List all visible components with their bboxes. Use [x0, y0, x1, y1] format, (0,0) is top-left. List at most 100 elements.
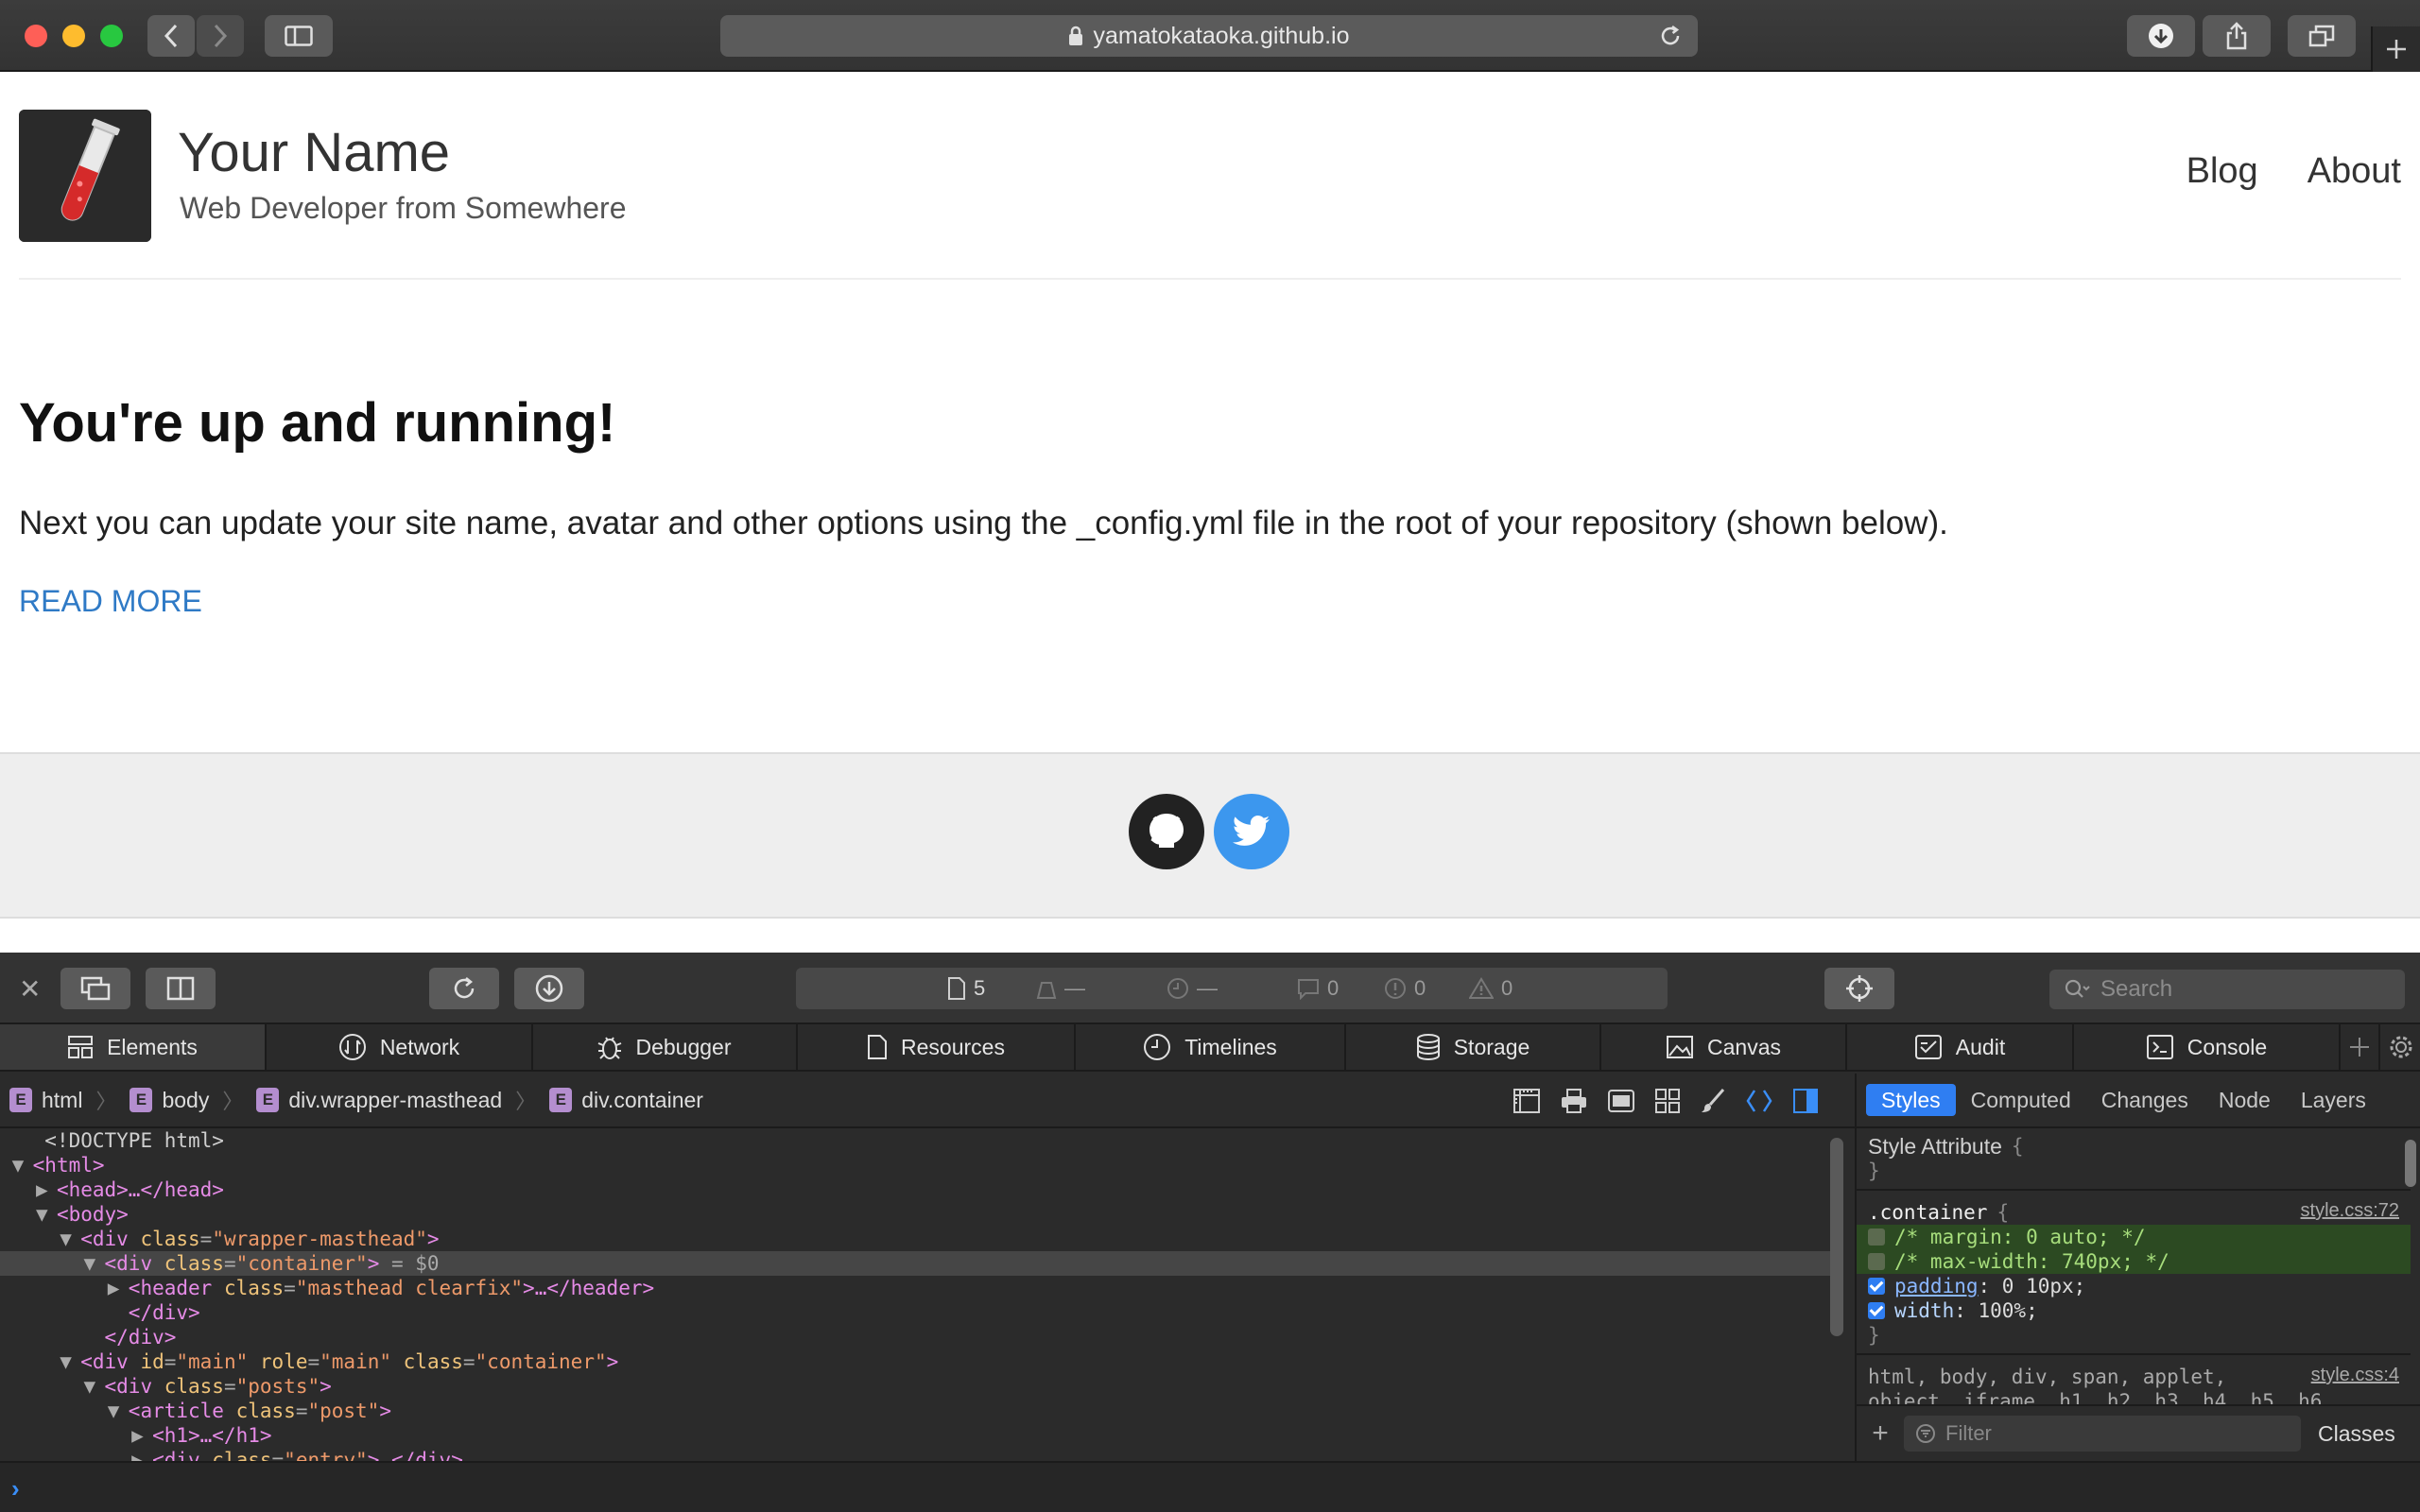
paint-brush-icon[interactable]	[1700, 1088, 1726, 1114]
compositing-icon[interactable]	[1607, 1088, 1635, 1114]
resources-count[interactable]: 5	[947, 976, 985, 1001]
declaration-checkbox[interactable]	[1868, 1302, 1885, 1319]
print-icon[interactable]	[1560, 1088, 1588, 1114]
address-bar[interactable]: yamatokataoka.github.io	[720, 15, 1698, 57]
declaration-checkbox[interactable]	[1868, 1278, 1885, 1295]
grid-icon[interactable]	[1654, 1088, 1681, 1114]
tab-network[interactable]: Network	[267, 1024, 533, 1070]
back-button[interactable]	[147, 15, 195, 57]
property-name[interactable]: padding	[1894, 1274, 1979, 1298]
declaration-checkbox[interactable]	[1868, 1228, 1885, 1246]
share-button[interactable]	[2203, 15, 2271, 57]
dock-side-button[interactable]	[146, 968, 216, 1009]
logs-count[interactable]: 0	[1297, 976, 1339, 1001]
disclosure-triangle-icon[interactable]: ▼	[84, 1374, 105, 1399]
add-rule-button[interactable]: +	[1857, 1418, 1904, 1450]
nav-link-blog[interactable]: Blog	[2187, 151, 2258, 192]
disclosure-triangle-icon[interactable]: ▶	[108, 1276, 129, 1300]
rule-source-link[interactable]: style.css:4	[2311, 1365, 2399, 1386]
read-more-link[interactable]: READ MORE	[19, 584, 202, 619]
disclosure-triangle-icon[interactable]: ▼	[60, 1227, 80, 1251]
dom-node-entry[interactable]: ▶ <div class="entry">…</div>	[0, 1448, 1830, 1461]
style-attribute-rule[interactable]: Style Attribute{ }	[1857, 1128, 2411, 1191]
sidebar-toggle-icon[interactable]	[1792, 1088, 1819, 1114]
disclosure-triangle-icon[interactable]: ▼	[12, 1153, 33, 1177]
rule-source-link[interactable]: style.css:72	[2301, 1200, 2399, 1222]
css-declaration[interactable]: padding: 0 10px;	[1868, 1274, 2399, 1298]
classes-toggle-button[interactable]: Classes	[2318, 1421, 2395, 1447]
dom-node-head[interactable]: ▶ <head>…</head>	[0, 1177, 1830, 1202]
close-inspector-icon[interactable]: ✕	[19, 973, 41, 1005]
tabs-overview-button[interactable]	[2288, 15, 2356, 57]
breadcrumb-wrapper-masthead[interactable]: E div.wrapper-masthead	[256, 1088, 502, 1113]
dom-node-h1[interactable]: ▶ <h1>…</h1>	[0, 1423, 1830, 1448]
reload-page-button[interactable]	[429, 968, 499, 1009]
nav-link-about[interactable]: About	[2308, 151, 2401, 192]
css-declaration[interactable]: /* max-width: 740px; */	[1857, 1249, 2411, 1274]
tab-elements[interactable]: Elements	[0, 1024, 267, 1070]
dom-node-doctype[interactable]: <!DOCTYPE html>	[0, 1128, 1830, 1153]
sidebar-tab-styles[interactable]: Styles	[1866, 1084, 1956, 1116]
breadcrumb-container[interactable]: E div.container	[549, 1088, 703, 1113]
site-name[interactable]: Your Name	[178, 121, 450, 184]
window-minimize-button[interactable]	[62, 25, 85, 47]
load-time[interactable]: —	[1167, 976, 1218, 1001]
css-declaration[interactable]: width: 100%;	[1868, 1298, 2399, 1323]
errors-count[interactable]: 0	[1384, 976, 1426, 1001]
dom-tree[interactable]: <!DOCTYPE html> ▼ <html> ▶ <head>…</head> …	[0, 1128, 1830, 1461]
tab-storage[interactable]: Storage	[1346, 1024, 1601, 1070]
styles-filter-input[interactable]: Filter	[1904, 1416, 2301, 1452]
css-declaration[interactable]: /* margin: 0 auto; */	[1857, 1225, 2411, 1249]
sidebar-tab-changes[interactable]: Changes	[2086, 1084, 2204, 1116]
github-link[interactable]	[1129, 794, 1204, 869]
disclosure-triangle-icon[interactable]: ▼	[84, 1251, 105, 1276]
code-braces-icon[interactable]	[1745, 1088, 1773, 1114]
disclosure-triangle-icon[interactable]: ▶	[36, 1177, 57, 1202]
dom-node-wrapper-masthead[interactable]: ▼ <div class="wrapper-masthead">	[0, 1227, 1830, 1251]
dom-node-header[interactable]: ▶ <header class="masthead clearfix">…</he…	[0, 1276, 1830, 1300]
container-rule[interactable]: style.css:72 .container{ /* margin: 0 au…	[1857, 1191, 2411, 1355]
download-archive-button[interactable]	[514, 968, 584, 1009]
downloads-button[interactable]	[2127, 15, 2195, 57]
new-tab-button[interactable]	[2371, 26, 2420, 72]
disclosure-triangle-icon[interactable]: ▶	[131, 1423, 152, 1448]
reset-rule[interactable]: style.css:4 html, body, div, span, apple…	[1857, 1355, 2411, 1404]
settings-button[interactable]	[2382, 1024, 2420, 1070]
forward-button[interactable]	[197, 15, 244, 57]
dom-node-close-div[interactable]: </div>	[0, 1300, 1830, 1325]
disclosure-triangle-icon[interactable]: ▼	[108, 1399, 129, 1423]
declaration-checkbox[interactable]	[1868, 1253, 1885, 1270]
tab-resources[interactable]: Resources	[798, 1024, 1076, 1070]
sidebar-tab-computed[interactable]: Computed	[1956, 1084, 2086, 1116]
sidebar-toggle-button[interactable]	[265, 15, 333, 57]
sidebar-tab-node[interactable]: Node	[2204, 1084, 2286, 1116]
breadcrumb-html[interactable]: E html	[9, 1088, 82, 1113]
disclosure-triangle-icon[interactable]: ▼	[60, 1349, 80, 1374]
dom-node-close-div[interactable]: </div>	[0, 1325, 1830, 1349]
layout-ruler-icon[interactable]	[1512, 1088, 1541, 1114]
site-avatar[interactable]	[19, 110, 151, 242]
element-picker-button[interactable]	[1824, 968, 1894, 1009]
disclosure-triangle-icon[interactable]: ▼	[36, 1202, 57, 1227]
inspector-search-input[interactable]: Search	[2049, 970, 2405, 1009]
window-close-button[interactable]	[25, 25, 47, 47]
dom-node-html[interactable]: ▼ <html>	[0, 1153, 1830, 1177]
sidebar-scrollbar[interactable]	[2405, 1140, 2416, 1187]
breadcrumb-body[interactable]: E body	[130, 1088, 209, 1113]
dom-node-posts[interactable]: ▼ <div class="posts">	[0, 1374, 1830, 1399]
disclosure-triangle-icon[interactable]: ▶	[131, 1448, 152, 1461]
twitter-link[interactable]	[1214, 794, 1289, 869]
tab-debugger[interactable]: Debugger	[533, 1024, 798, 1070]
dom-tree-scrollbar[interactable]	[1830, 1138, 1843, 1336]
dom-node-article[interactable]: ▼ <article class="post">	[0, 1399, 1830, 1423]
tab-console[interactable]: Console	[2074, 1024, 2341, 1070]
dom-node-container-selected[interactable]: ▼ <div class="container"> = $0	[0, 1251, 1830, 1276]
sidebar-tab-layers[interactable]: Layers	[2286, 1084, 2381, 1116]
add-tab-button[interactable]	[2341, 1024, 2380, 1070]
reload-icon[interactable]	[1658, 24, 1683, 48]
tab-canvas[interactable]: Canvas	[1601, 1024, 1847, 1070]
dom-node-main[interactable]: ▼ <div id="main" role="main" class="conta…	[0, 1349, 1830, 1374]
warnings-count[interactable]: 0	[1469, 976, 1512, 1001]
quick-console[interactable]: ›	[0, 1461, 2420, 1512]
detach-window-button[interactable]	[60, 968, 130, 1009]
